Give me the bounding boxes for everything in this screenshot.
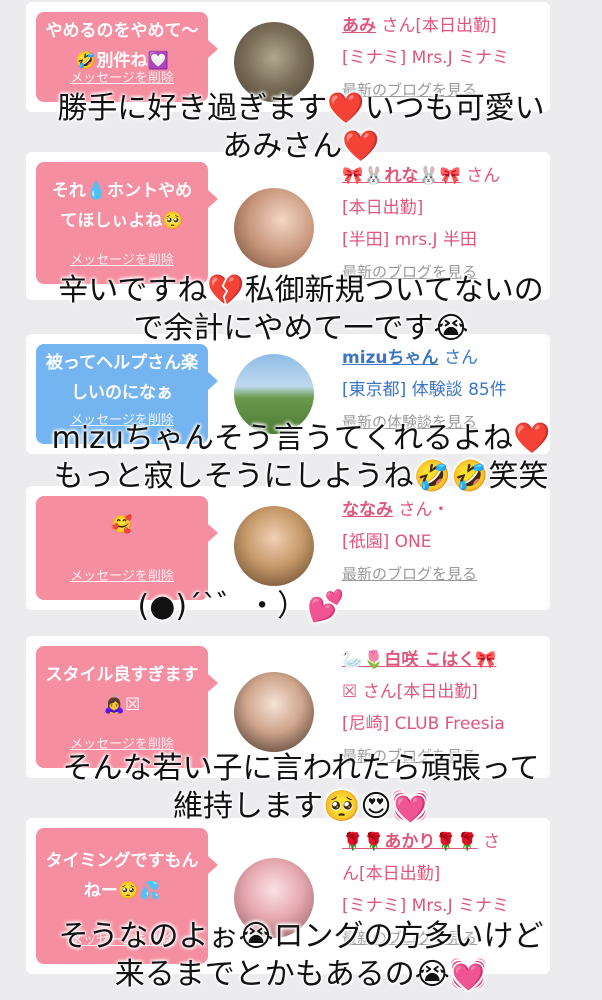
overlay-caption: 勝手に好き過ぎます❤️いつも可愛い あみさん❤️ xyxy=(0,90,602,166)
review-area[interactable]: [東京都] 体験談 85件 xyxy=(342,374,548,406)
caption-line: で余計にやめて一です😭 xyxy=(133,311,469,346)
avatar[interactable] xyxy=(234,188,314,268)
message-text: スタイル良すぎます🙇‍♀️☒ xyxy=(45,665,199,715)
sender-honorific: さん xyxy=(466,166,501,186)
shop-area[interactable]: [祇園] ONE xyxy=(342,526,548,558)
caption-line: 来るまでとかもあるの😭💓 xyxy=(114,957,488,992)
overlay-caption: そんな若い子に言われたら頑張って 維持します🥺😍💓 xyxy=(0,750,602,826)
latest-blog-link[interactable]: 最新のブログを見る xyxy=(342,558,548,590)
overlay-caption: (●)´`゛・）💕 xyxy=(0,588,542,626)
avatar[interactable] xyxy=(234,672,314,752)
sender-status: [本日出勤] xyxy=(342,198,424,218)
overlay-caption: そうなのよぉ😭ロングの方多いけど 来るまでとかもあるの😭💓 xyxy=(0,918,602,994)
message-bubble: 🥰 メッセージを削除 xyxy=(36,496,218,600)
message-text: 🥰 xyxy=(111,515,133,535)
caption-line: 勝手に好き過ぎます❤️いつも可愛い xyxy=(57,91,545,126)
sender-name-link[interactable]: ななみ xyxy=(342,500,393,520)
sender-info: 🎀🐰れな🐰🎀 さん [本日出勤] [半田] mrs.J 半田 最新のブログを見る xyxy=(342,160,548,288)
sender-name-link[interactable]: mizuちゃん xyxy=(342,348,439,368)
sender-honorific: さん xyxy=(443,348,478,368)
message-feed: やめるのをやめて〜🤣別件ね💟 メッセージを削除 あみ さん[本日出勤] [ミナミ… xyxy=(0,0,602,1000)
message-bubble: やめるのをやめて〜🤣別件ね💟 メッセージを削除 xyxy=(36,12,218,102)
caption-line: (●)´`゛・）💕 xyxy=(137,589,345,624)
sender-honorific: さ xyxy=(483,832,501,852)
message-text: 被ってヘルプさん楽しいのになぁ xyxy=(45,353,199,403)
shop-area[interactable]: [ミナミ] Mrs.J ミナミ xyxy=(342,42,548,74)
sender-name-link[interactable]: 🦢🌷白咲 こはく🎀 xyxy=(342,650,496,670)
sender-honorific: さん・ xyxy=(398,500,450,520)
message-text: それ💧ホントやめてほしぃよね🥺 xyxy=(51,181,193,231)
caption-line: 維持します🥺😍💓 xyxy=(173,789,429,824)
caption-line: そんな若い子に言われたら頑張って xyxy=(62,751,540,786)
message-bubble: それ💧ホントやめてほしぃよね🥺 メッセージを削除 xyxy=(36,162,218,284)
caption-line: そうなのよぉ😭ロングの方多いけど xyxy=(58,919,544,954)
caption-line: あみさん❤️ xyxy=(222,129,380,164)
shop-area[interactable]: [尼崎] CLUB Freesia xyxy=(342,708,548,740)
sender-status: さん[本日出勤] xyxy=(381,16,497,36)
avatar[interactable] xyxy=(234,506,314,586)
caption-line: mizuちゃんそう言うてくれるよね❤️ xyxy=(51,421,551,456)
sender-name-link[interactable]: あみ xyxy=(342,16,376,36)
sender-info: ななみ さん・ [祇園] ONE 最新のブログを見る xyxy=(342,494,548,590)
overlay-caption: mizuちゃんそう言うてくれるよね❤️ もっと寂しそうにしようね🤣🤣笑笑 xyxy=(0,420,602,496)
sender-status: ☒ さん[本日出勤] xyxy=(342,682,478,702)
shop-area[interactable]: [半田] mrs.J 半田 xyxy=(342,224,548,256)
message-text: タイミングですもんねー🥺💦 xyxy=(45,851,199,901)
caption-line: 辛いですね💔私御新規ついてないの xyxy=(58,273,544,308)
sender-name-link[interactable]: 🌹🌹あかり🌹🌹 xyxy=(342,832,478,852)
sender-status: ん[本日出勤] xyxy=(342,864,441,884)
overlay-caption: 辛いですね💔私御新規ついてないの で余計にやめて一です😭 xyxy=(0,272,602,348)
caption-line: もっと寂しそうにしようね🤣🤣笑笑 xyxy=(53,459,549,494)
sender-name-link[interactable]: 🎀🐰れな🐰🎀 xyxy=(342,166,461,186)
